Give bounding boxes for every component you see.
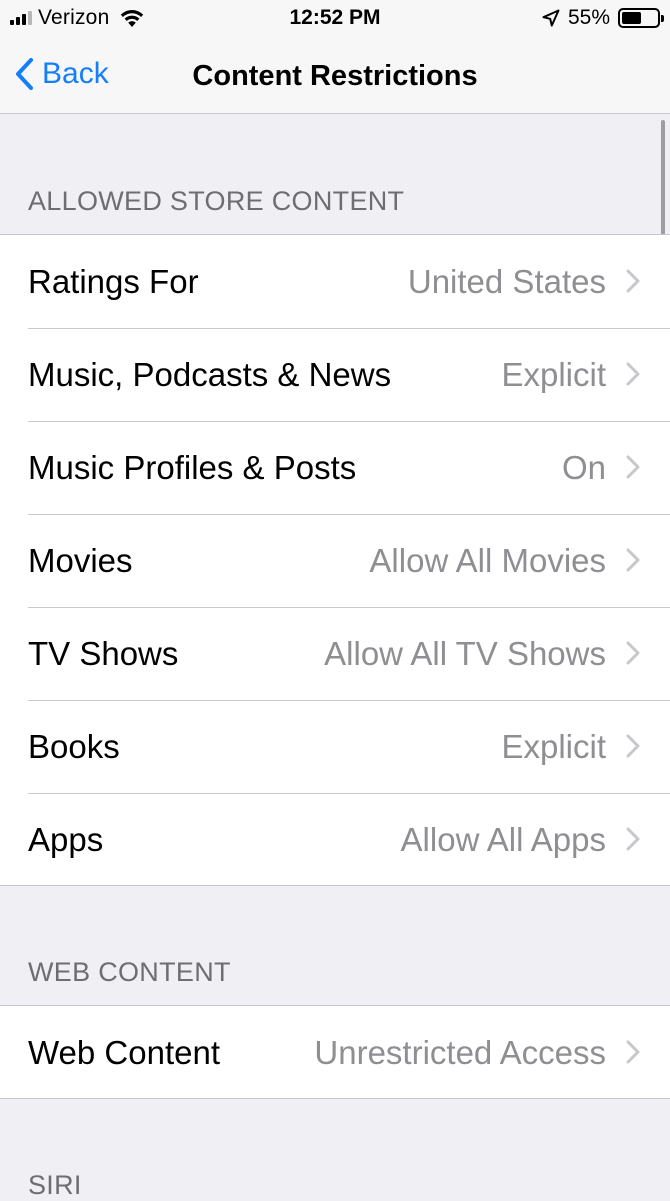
row-label: Books	[28, 728, 120, 765]
chevron-right-icon	[626, 455, 640, 479]
row-web-content[interactable]: Web Content Unrestricted Access	[0, 1006, 670, 1099]
battery-level-fill	[622, 12, 641, 24]
chevron-right-icon	[626, 827, 640, 851]
row-label: Music Profiles & Posts	[28, 449, 357, 486]
row-value: Unrestricted Access	[314, 1034, 606, 1071]
chevron-right-icon	[626, 548, 640, 572]
row-value: On	[561, 449, 606, 486]
navigation-bar: Back Content Restrictions	[0, 36, 670, 114]
web-content-group: Web Content Unrestricted Access	[0, 1005, 670, 1099]
row-value: United States	[407, 263, 606, 300]
battery-icon	[618, 8, 664, 28]
status-bar: Verizon 12:52 PM 55%	[0, 0, 670, 36]
store-content-group: Ratings For United States Music, Podcast…	[0, 234, 670, 886]
row-value: Allow All Apps	[400, 821, 606, 858]
row-value: Allow All TV Shows	[324, 635, 606, 672]
status-right: 55%	[542, 5, 664, 31]
section-header-siri: SIRI	[28, 1170, 82, 1200]
chevron-right-icon	[626, 641, 640, 665]
row-label: TV Shows	[28, 635, 179, 672]
row-music-profiles-posts[interactable]: Music Profiles & Posts On	[0, 421, 670, 514]
row-label: Music, Podcasts & News	[28, 356, 392, 393]
row-value: Explicit	[501, 728, 606, 765]
row-books[interactable]: Books Explicit	[0, 700, 670, 793]
row-value: Explicit	[501, 356, 606, 393]
row-movies[interactable]: Movies Allow All Movies	[0, 514, 670, 607]
chevron-right-icon	[626, 269, 640, 293]
chevron-right-icon	[626, 1040, 640, 1064]
row-label: Web Content	[28, 1034, 221, 1071]
row-music-podcasts-news[interactable]: Music, Podcasts & News Explicit	[0, 328, 670, 421]
row-label: Apps	[28, 821, 104, 858]
section-header-store: ALLOWED STORE CONTENT	[28, 186, 405, 216]
row-label: Movies	[28, 542, 133, 579]
row-apps[interactable]: Apps Allow All Apps	[0, 793, 670, 886]
row-value: Allow All Movies	[369, 542, 606, 579]
section-header-web: WEB CONTENT	[28, 957, 231, 987]
row-ratings-for[interactable]: Ratings For United States	[0, 235, 670, 328]
chevron-right-icon	[626, 734, 640, 758]
location-arrow-icon	[542, 9, 560, 27]
battery-percent: 55%	[567, 6, 610, 29]
page-title: Content Restrictions	[192, 60, 478, 92]
chevron-right-icon	[626, 362, 640, 386]
row-tv-shows[interactable]: TV Shows Allow All TV Shows	[0, 607, 670, 700]
row-label: Ratings For	[28, 263, 199, 300]
